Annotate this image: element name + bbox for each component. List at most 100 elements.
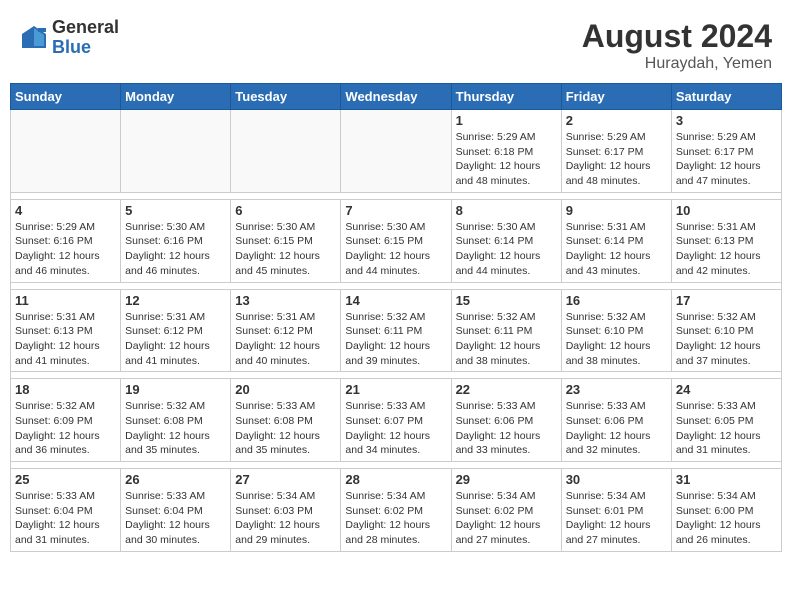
calendar-day-cell: 24 Sunrise: 5:33 AM Sunset: 6:05 PM Dayli… [671, 379, 781, 462]
day-number: 20 [235, 382, 336, 397]
week-spacer-row [11, 372, 782, 379]
calendar-day-cell: 17Sunrise: 5:32 AM Sunset: 6:10 PM Dayli… [671, 289, 781, 372]
calendar-table: SundayMondayTuesdayWednesdayThursdayFrid… [10, 83, 782, 552]
day-of-week-header: Thursday [451, 84, 561, 110]
day-info: Sunrise: 5:29 AM Sunset: 6:18 PM Dayligh… [456, 130, 557, 189]
day-number: 3 [676, 113, 777, 128]
day-number: 7 [345, 203, 446, 218]
day-number: 17 [676, 293, 777, 308]
day-info: Sunrise: 5:33 AM Sunset: 6:04 PM Dayligh… [125, 489, 226, 548]
day-of-week-header: Friday [561, 84, 671, 110]
calendar-day-cell: 20 Sunrise: 5:33 AM Sunset: 6:08 PM Dayli… [231, 379, 341, 462]
calendar-day-cell: 23 Sunrise: 5:33 AM Sunset: 6:06 PM Dayli… [561, 379, 671, 462]
day-number: 9 [566, 203, 667, 218]
calendar-header-row: SundayMondayTuesdayWednesdayThursdayFrid… [11, 84, 782, 110]
day-info: Sunrise: 5:31 AM Sunset: 6:13 PM Dayligh… [676, 220, 777, 279]
day-info: Sunrise: 5:33 AM Sunset: 6:08 PM Dayligh… [235, 399, 336, 458]
calendar-week-row: 18Sunrise: 5:32 AM Sunset: 6:09 PM Dayli… [11, 379, 782, 462]
day-number: 29 [456, 472, 557, 487]
day-number: 11 [15, 293, 116, 308]
calendar-day-cell [121, 110, 231, 193]
month-year-title: August 2024 [582, 18, 772, 55]
calendar-day-cell: 4Sunrise: 5:29 AM Sunset: 6:16 PM Daylig… [11, 199, 121, 282]
calendar-day-cell: 15 Sunrise: 5:32 AM Sunset: 6:11 PM Dayli… [451, 289, 561, 372]
calendar-day-cell [11, 110, 121, 193]
calendar-day-cell: 9 Sunrise: 5:31 AM Sunset: 6:14 PM Daylig… [561, 199, 671, 282]
day-info: Sunrise: 5:32 AM Sunset: 6:11 PM Dayligh… [456, 310, 557, 369]
calendar-day-cell: 16 Sunrise: 5:32 AM Sunset: 6:10 PM Dayli… [561, 289, 671, 372]
calendar-day-cell: 8 Sunrise: 5:30 AM Sunset: 6:14 PM Daylig… [451, 199, 561, 282]
day-number: 6 [235, 203, 336, 218]
day-info: Sunrise: 5:33 AM Sunset: 6:05 PM Dayligh… [676, 399, 777, 458]
calendar-day-cell: 13Sunrise: 5:31 AM Sunset: 6:12 PM Dayli… [231, 289, 341, 372]
day-number: 30 [566, 472, 667, 487]
week-spacer-cell [11, 372, 782, 379]
calendar-day-cell: 18Sunrise: 5:32 AM Sunset: 6:09 PM Dayli… [11, 379, 121, 462]
day-info: Sunrise: 5:32 AM Sunset: 6:08 PM Dayligh… [125, 399, 226, 458]
day-number: 15 [456, 293, 557, 308]
calendar-day-cell: 12Sunrise: 5:31 AM Sunset: 6:12 PM Dayli… [121, 289, 231, 372]
day-number: 13 [235, 293, 336, 308]
day-number: 5 [125, 203, 226, 218]
day-of-week-header: Sunday [11, 84, 121, 110]
week-spacer-cell [11, 462, 782, 469]
day-info: Sunrise: 5:34 AM Sunset: 6:03 PM Dayligh… [235, 489, 336, 548]
day-info: Sunrise: 5:32 AM Sunset: 6:10 PM Dayligh… [566, 310, 667, 369]
calendar-day-cell: 27Sunrise: 5:34 AM Sunset: 6:03 PM Dayli… [231, 469, 341, 552]
day-info: Sunrise: 5:33 AM Sunset: 6:04 PM Dayligh… [15, 489, 116, 548]
day-number: 23 [566, 382, 667, 397]
calendar-day-cell: 31Sunrise: 5:34 AM Sunset: 6:00 PM Dayli… [671, 469, 781, 552]
day-info: Sunrise: 5:33 AM Sunset: 6:06 PM Dayligh… [566, 399, 667, 458]
day-info: Sunrise: 5:34 AM Sunset: 6:02 PM Dayligh… [345, 489, 446, 548]
day-info: Sunrise: 5:34 AM Sunset: 6:01 PM Dayligh… [566, 489, 667, 548]
day-number: 22 [456, 382, 557, 397]
calendar-week-row: 11 Sunrise: 5:31 AM Sunset: 6:13 PM Dayli… [11, 289, 782, 372]
day-number: 19 [125, 382, 226, 397]
day-number: 31 [676, 472, 777, 487]
day-info: Sunrise: 5:33 AM Sunset: 6:06 PM Dayligh… [456, 399, 557, 458]
calendar-day-cell: 5 Sunrise: 5:30 AM Sunset: 6:16 PM Daylig… [121, 199, 231, 282]
day-info: Sunrise: 5:34 AM Sunset: 6:02 PM Dayligh… [456, 489, 557, 548]
calendar-day-cell: 22 Sunrise: 5:33 AM Sunset: 6:06 PM Dayli… [451, 379, 561, 462]
day-info: Sunrise: 5:32 AM Sunset: 6:09 PM Dayligh… [15, 399, 116, 458]
day-info: Sunrise: 5:29 AM Sunset: 6:17 PM Dayligh… [676, 130, 777, 189]
calendar-day-cell: 11 Sunrise: 5:31 AM Sunset: 6:13 PM Dayli… [11, 289, 121, 372]
day-info: Sunrise: 5:30 AM Sunset: 6:14 PM Dayligh… [456, 220, 557, 279]
day-number: 1 [456, 113, 557, 128]
logo-general-text: General [52, 18, 119, 38]
calendar-week-row: 25Sunrise: 5:33 AM Sunset: 6:04 PM Dayli… [11, 469, 782, 552]
day-info: Sunrise: 5:30 AM Sunset: 6:15 PM Dayligh… [345, 220, 446, 279]
logo-blue-text: Blue [52, 38, 119, 58]
day-info: Sunrise: 5:31 AM Sunset: 6:14 PM Dayligh… [566, 220, 667, 279]
week-spacer-cell [11, 282, 782, 289]
logo-icon [20, 24, 48, 52]
calendar-day-cell: 25Sunrise: 5:33 AM Sunset: 6:04 PM Dayli… [11, 469, 121, 552]
day-number: 28 [345, 472, 446, 487]
calendar-day-cell: 19 Sunrise: 5:32 AM Sunset: 6:08 PM Dayli… [121, 379, 231, 462]
location-subtitle: Huraydah, Yemen [582, 55, 772, 73]
day-number: 4 [15, 203, 116, 218]
day-info: Sunrise: 5:31 AM Sunset: 6:13 PM Dayligh… [15, 310, 116, 369]
day-number: 21 [345, 382, 446, 397]
day-info: Sunrise: 5:29 AM Sunset: 6:17 PM Dayligh… [566, 130, 667, 189]
week-spacer-row [11, 462, 782, 469]
day-number: 8 [456, 203, 557, 218]
calendar-day-cell: 2Sunrise: 5:29 AM Sunset: 6:17 PM Daylig… [561, 110, 671, 193]
page-header: General Blue August 2024 Huraydah, Yemen [10, 10, 782, 77]
day-number: 24 [676, 382, 777, 397]
week-spacer-cell [11, 192, 782, 199]
title-block: August 2024 Huraydah, Yemen [582, 18, 772, 73]
calendar-day-cell: 7 Sunrise: 5:30 AM Sunset: 6:15 PM Daylig… [341, 199, 451, 282]
day-of-week-header: Saturday [671, 84, 781, 110]
calendar-week-row: 4Sunrise: 5:29 AM Sunset: 6:16 PM Daylig… [11, 199, 782, 282]
day-info: Sunrise: 5:30 AM Sunset: 6:16 PM Dayligh… [125, 220, 226, 279]
day-number: 16 [566, 293, 667, 308]
day-info: Sunrise: 5:33 AM Sunset: 6:07 PM Dayligh… [345, 399, 446, 458]
logo: General Blue [20, 18, 119, 58]
calendar-day-cell: 28 Sunrise: 5:34 AM Sunset: 6:02 PM Dayli… [341, 469, 451, 552]
day-number: 14 [345, 293, 446, 308]
calendar-day-cell [341, 110, 451, 193]
calendar-day-cell [231, 110, 341, 193]
day-of-week-header: Tuesday [231, 84, 341, 110]
calendar-day-cell: 10Sunrise: 5:31 AM Sunset: 6:13 PM Dayli… [671, 199, 781, 282]
